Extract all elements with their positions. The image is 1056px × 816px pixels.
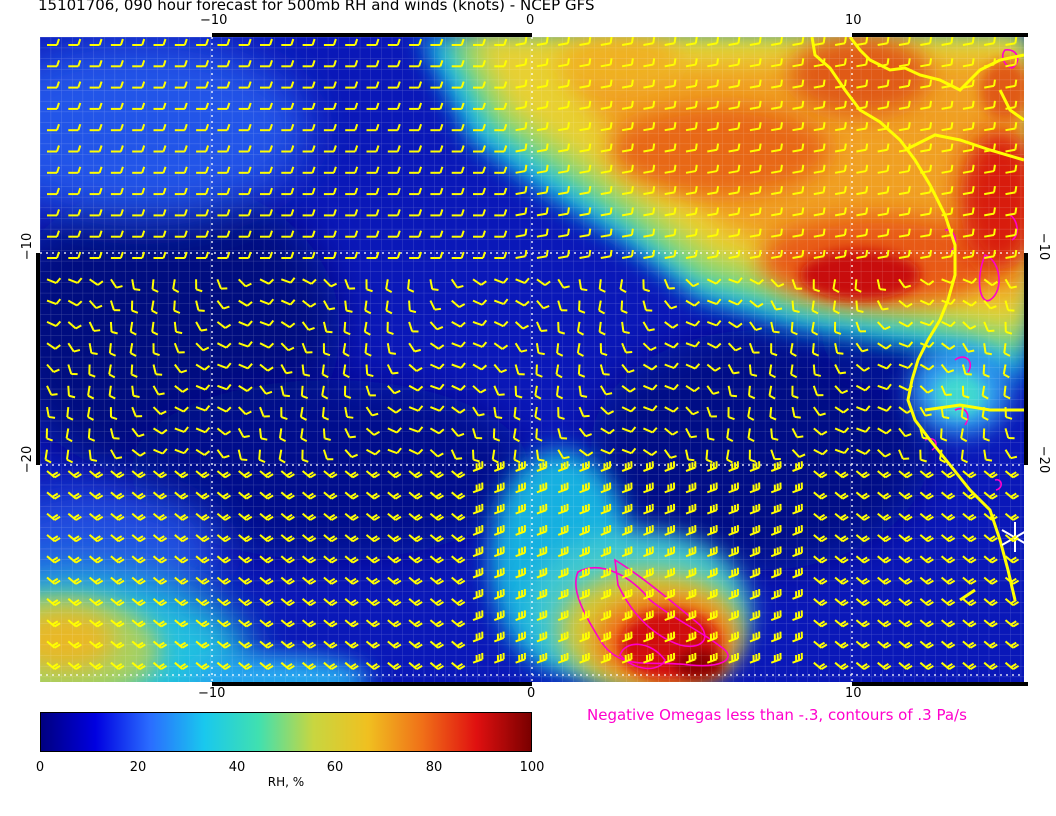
colorbar-label: RH, %: [267, 775, 305, 789]
colorbar-tick: 100: [519, 760, 545, 775]
omega-note: Negative Omegas less than -.3, contours …: [587, 706, 967, 724]
rh-field: [40, 37, 1024, 682]
colorbar-tick: 40: [228, 760, 246, 775]
colorbar-tick: 0: [35, 760, 45, 775]
colorbar-tick: 60: [326, 760, 344, 775]
colorbar-tick: 20: [129, 760, 147, 775]
colorbar-tick: 80: [425, 760, 443, 775]
colorbar: [40, 712, 532, 752]
forecast-map: [36, 33, 1028, 686]
